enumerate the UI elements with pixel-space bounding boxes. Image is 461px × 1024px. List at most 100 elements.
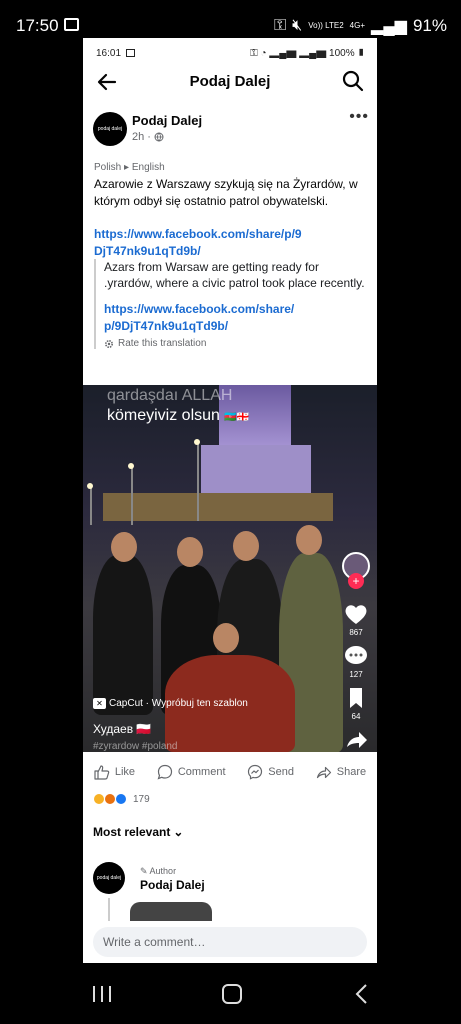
send-label: Send xyxy=(268,766,294,778)
like-label: Like xyxy=(114,766,136,778)
recent-apps-icon[interactable] xyxy=(91,985,113,1003)
commenter-avatar[interactable]: podaj dalej xyxy=(93,862,125,894)
comment-input[interactable]: Write a comment… xyxy=(93,927,367,957)
video-player[interactable]: qardaşdaı ALLAH kömeyiviz olsun 🇦🇿🇬🇪 + 8… xyxy=(83,385,377,752)
system-time: 17:50 xyxy=(16,16,59,35)
sort-label: Most relevant xyxy=(93,825,171,839)
system-navigation-bar xyxy=(0,963,461,1024)
mute-icon: 🔇︎ xyxy=(292,17,303,34)
key-icon: ⚿ xyxy=(273,17,287,34)
share-arrow-icon[interactable] xyxy=(343,729,369,751)
person-head xyxy=(296,525,322,555)
background-buildings xyxy=(103,493,333,521)
comment-composer: Write a comment… xyxy=(83,921,377,963)
capcut-label[interactable]: ✕ CapCut · Wypróbuj ten szablon xyxy=(93,698,248,709)
street-lamp-light xyxy=(128,463,134,469)
inner-time: 16:01 xyxy=(96,48,122,59)
like-reaction-icon xyxy=(115,793,127,805)
street-lamp xyxy=(90,485,92,525)
post-link[interactable]: https://www.facebook.com/share/p/9DjT47n… xyxy=(94,226,304,260)
rate-translation-label: Rate this translation xyxy=(118,338,207,349)
comment-label: Comment xyxy=(177,766,226,778)
follow-plus-icon[interactable]: + xyxy=(348,573,364,589)
comment-item: podaj dalej ✎ Author Podaj Dalej xyxy=(93,860,373,942)
battery-level: 91% xyxy=(412,16,447,35)
video-hashtags[interactable]: #zyrardow #poland xyxy=(93,741,178,752)
street-lamp xyxy=(197,441,199,521)
likes-count: 867 xyxy=(349,628,363,637)
system-status-icons: ⚿ 🔇︎ Vo)) LTE2 4G+ ▂▄▆ 91% xyxy=(274,16,447,36)
flags-icon: 🇦🇿🇬🇪 xyxy=(224,412,250,423)
person-head xyxy=(213,623,239,653)
thumbs-up-icon xyxy=(94,765,110,780)
comment-bubble-icon[interactable] xyxy=(343,645,369,667)
video-caption: qardaşdaı ALLAH kömeyiviz olsun 🇦🇿🇬🇪 xyxy=(107,386,249,428)
reactions-summary[interactable]: 179 xyxy=(93,793,150,805)
author-badge-label: Author xyxy=(149,866,177,876)
post-time: 2h xyxy=(132,131,145,143)
street-lamp xyxy=(131,465,133,525)
screenshot-frame: 16:01 ⚿ ◔ ▂▄▆ ▂▄▆ 100% ▮ Podaj Dalej pod… xyxy=(83,38,377,963)
video-caption-line2: kömeyiviz olsun xyxy=(107,407,220,424)
send-button[interactable]: Send xyxy=(247,764,294,780)
capcut-text: CapCut · Wypróbuj ten szablon xyxy=(109,698,248,709)
commenter-name[interactable]: Podaj Dalej xyxy=(140,878,205,892)
video-username-text: Худаев xyxy=(93,722,134,736)
post-author-row: podaj dalej Podaj Dalej 2h · ••• xyxy=(83,108,377,158)
flag-icon: 🇵🇱 xyxy=(136,722,152,736)
translation-block: Azars from Warsaw are getting ready for … xyxy=(94,259,366,349)
search-icon[interactable] xyxy=(341,69,365,93)
network-type: 4G+ xyxy=(349,21,366,30)
globe-icon xyxy=(154,132,164,142)
rate-translation[interactable]: Rate this translation xyxy=(104,338,366,349)
messenger-icon xyxy=(248,764,263,780)
translated-link[interactable]: https://www.facebook.com/share/p/9DjT47n… xyxy=(104,301,304,335)
bookmark-icon[interactable] xyxy=(343,687,369,709)
saves-count: 64 xyxy=(351,712,361,721)
street-lamp-light xyxy=(87,483,93,489)
share-icon xyxy=(316,766,331,779)
network-label: Vo)) LTE2 xyxy=(308,21,344,30)
post-actions: Like Comment Send Share xyxy=(83,761,377,783)
street-lamp-light xyxy=(194,439,200,445)
post-author-name[interactable]: Podaj Dalej xyxy=(132,113,202,128)
post-meta: 2h · xyxy=(132,131,164,143)
inner-gallery-icon xyxy=(126,49,135,57)
lang-to: English xyxy=(131,162,165,173)
like-button[interactable]: Like xyxy=(94,764,135,780)
lang-from: Polish xyxy=(94,162,122,173)
post-text: Azarowie z Warszawy szykują się na Żyrar… xyxy=(94,177,358,208)
author-badge: ✎ Author xyxy=(140,866,177,876)
back-icon[interactable] xyxy=(354,983,368,1005)
reactions-count: 179 xyxy=(133,793,150,805)
comments-count: 127 xyxy=(349,670,363,679)
translated-text: Azars from Warsaw are getting ready for … xyxy=(104,260,365,290)
signal-icon: ▂▄▆ xyxy=(371,18,407,35)
page-header: Podaj Dalej xyxy=(83,68,377,108)
video-username[interactable]: Худаев 🇵🇱 xyxy=(93,722,151,736)
person-head xyxy=(177,537,203,567)
person-head xyxy=(233,531,259,561)
more-options-icon[interactable]: ••• xyxy=(349,108,369,126)
gallery-notification-icon xyxy=(64,18,79,31)
palace-base xyxy=(201,445,311,495)
translation-languages: Polish ▸ English xyxy=(94,162,165,173)
capcut-icon: ✕ xyxy=(93,698,106,709)
share-label: Share xyxy=(336,766,367,778)
person-figure xyxy=(93,555,153,715)
arrow-right-icon: ▸ xyxy=(124,162,132,173)
inner-status-bar: 16:01 ⚿ ◔ ▂▄▆ ▂▄▆ 100% ▮ xyxy=(83,38,377,68)
chevron-down-icon: ⌄ xyxy=(173,825,184,839)
comment-button[interactable]: Comment xyxy=(157,764,226,780)
avatar-text: podaj dalej xyxy=(97,126,123,132)
page-title: Podaj Dalej xyxy=(189,73,271,90)
comment-icon xyxy=(157,764,172,780)
person-head xyxy=(111,532,137,562)
gear-icon xyxy=(104,339,114,348)
share-button[interactable]: Share xyxy=(316,764,366,780)
heart-icon[interactable] xyxy=(343,603,369,625)
comment-sort-dropdown[interactable]: Most relevant ⌄ xyxy=(93,825,183,839)
home-icon[interactable] xyxy=(222,984,242,1004)
video-caption-line1: qardaşdaı ALLAH xyxy=(107,387,233,404)
avatar[interactable]: podaj dalej xyxy=(93,112,127,146)
